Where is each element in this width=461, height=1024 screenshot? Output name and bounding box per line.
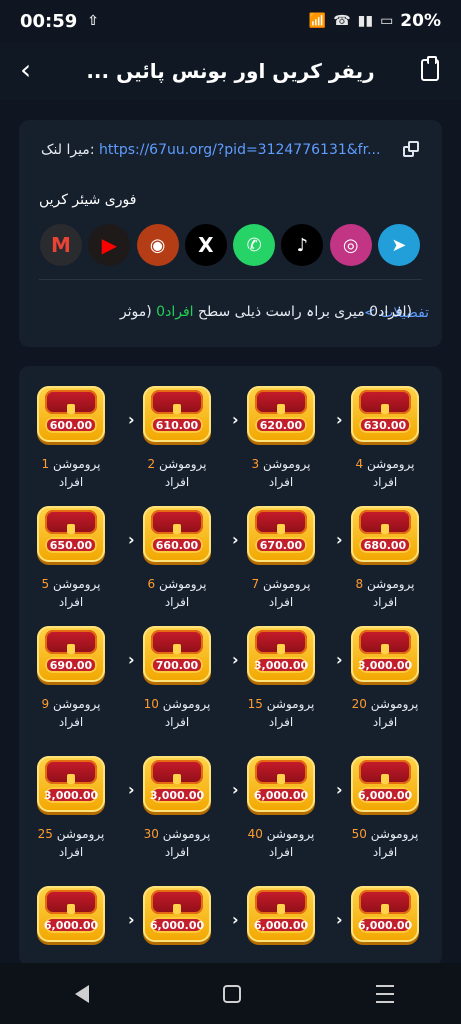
condition-suffix: (موثر <box>119 304 157 320</box>
condition-mid: 0 میری براہ راست ذیلی سطح <box>193 304 379 320</box>
referral-link-value[interactable]: https://67uu.org/?pid=3124776131&fr... <box>99 142 380 158</box>
referral-link-row: میرا لنک: https://67uu.org/?pid=31247761… <box>41 141 421 159</box>
reward-grid: 600.00 پروموشن 1 افراد › 610.00 پروموشن … <box>29 386 432 966</box>
status-bar: 00:59 ⇧ 📶 ☎ ▮▮ ▭ 20% <box>0 0 461 42</box>
tiktok-icon[interactable]: ♪ <box>281 224 324 266</box>
arrow-right-icon: › <box>128 410 135 429</box>
referral-condition: (افراد0 میری براہ راست ذیلی سطح افراد0 (… <box>112 304 412 320</box>
arrow-right-icon: › <box>336 650 343 669</box>
reward-label: پروموشن 10 افراد <box>143 697 211 729</box>
treasure-chest-icon[interactable]: 600.00 <box>37 386 105 442</box>
gmail-icon[interactable]: M <box>40 224 82 266</box>
treasure-chest-icon[interactable]: 3,000.00 <box>247 626 315 682</box>
rewards-card: 600.00 پروموشن 1 افراد › 610.00 پروموشن … <box>19 366 442 966</box>
arrow-right-icon: › <box>336 410 343 429</box>
reward-label: پروموشن 40 افراد <box>247 827 315 859</box>
reward-row: 690.00 پروموشن 9 افراد › 700.00 پروموشن … <box>29 626 432 756</box>
arrow-right-icon: › <box>336 780 343 799</box>
clipboard-icon[interactable] <box>421 56 439 81</box>
treasure-chest-icon[interactable]: 6,000.00 <box>143 886 211 942</box>
wifi-icon: 📶 <box>308 13 327 29</box>
condition-prefix: (افراد <box>378 304 412 320</box>
nav-menu-icon[interactable] <box>375 984 394 1003</box>
reward-label: پروموشن 5 افراد <box>41 577 101 609</box>
treasure-chest-icon[interactable]: 6,000.00 <box>37 886 105 942</box>
reward-label: پروموشن 8 افراد <box>355 577 415 609</box>
nav-back-icon[interactable] <box>75 984 90 1003</box>
arrow-right-icon: › <box>232 780 239 799</box>
reward-label: پروموشن 30 افراد <box>143 827 211 859</box>
treasure-chest-icon[interactable]: 670.00 <box>247 506 315 562</box>
reward-label: پروموشن 2 افراد <box>147 457 207 489</box>
referral-link: میرا لنک: https://67uu.org/?pid=31247761… <box>41 142 380 158</box>
youtube-icon[interactable]: ▶ <box>88 224 131 266</box>
treasure-chest-icon[interactable]: 6,000.00 <box>247 756 315 812</box>
copy-icon[interactable] <box>403 141 421 159</box>
signal-icon: ▮▮ <box>357 13 374 29</box>
arrow-right-icon: › <box>232 530 239 549</box>
treasure-chest-icon[interactable]: 630.00 <box>351 386 419 442</box>
treasure-chest-icon[interactable]: 680.00 <box>351 506 419 562</box>
treasure-chest-icon[interactable]: 610.00 <box>143 386 211 442</box>
page-title: ریفر کریں اور بونس پائیں ... <box>86 59 375 83</box>
upload-icon: ⇧ <box>87 13 100 29</box>
arrow-right-icon: › <box>128 910 135 929</box>
reward-label: پروموشن 50 افراد <box>351 827 419 859</box>
reward-label: پروموشن 15 افراد <box>247 697 315 729</box>
status-time: 00:59 <box>20 10 78 32</box>
treasure-chest-icon[interactable]: 6,000.00 <box>247 886 315 942</box>
reward-label: پروموشن 25 افراد <box>37 827 105 859</box>
arrow-right-icon: › <box>128 650 135 669</box>
whatsapp-icon[interactable]: ✆ <box>233 224 276 266</box>
arrow-right-icon: › <box>336 530 343 549</box>
reward-row: 6,000.00 › 6,000.00 › 6,000.00 › 6,000.0… <box>29 886 432 966</box>
nav-home-icon[interactable] <box>223 984 242 1003</box>
back-button[interactable]: ‹ <box>20 56 31 84</box>
arrow-right-icon: › <box>232 410 239 429</box>
reward-row: 3,000.00 پروموشن 25 افراد › 3,000.00 پرو… <box>29 756 432 886</box>
reward-label: پروموشن 20 افراد <box>351 697 419 729</box>
call-icon: ☎ <box>333 13 351 29</box>
treasure-chest-icon[interactable]: 6,000.00 <box>351 756 419 812</box>
reward-label: پروموشن 4 افراد <box>355 457 415 489</box>
treasure-chest-icon[interactable]: 3,000.00 <box>143 756 211 812</box>
arrow-right-icon: › <box>232 650 239 669</box>
reward-row: 600.00 پروموشن 1 افراد › 610.00 پروموشن … <box>29 386 432 506</box>
battery-level: 20% <box>400 11 441 31</box>
reward-label: پروموشن 6 افراد <box>147 577 207 609</box>
treasure-chest-icon[interactable]: 3,000.00 <box>351 626 419 682</box>
reward-label: پروموشن 9 افراد <box>41 697 101 729</box>
kuaishou-icon[interactable]: ◉ <box>136 224 179 266</box>
social-share-list: M ▶ ◉ X ✆ ♪ ◎ ➤ <box>40 224 420 266</box>
treasure-chest-icon[interactable]: 3,000.00 <box>37 756 105 812</box>
x-icon[interactable]: X <box>184 224 227 266</box>
reward-label: پروموشن 1 افراد <box>41 457 101 489</box>
navigation-bar <box>0 963 461 1024</box>
referral-card: میرا لنک: https://67uu.org/?pid=31247761… <box>19 120 442 347</box>
arrow-right-icon: › <box>232 910 239 929</box>
arrow-right-icon: › <box>128 530 135 549</box>
telegram-icon[interactable]: ➤ <box>377 224 420 266</box>
arrow-right-icon: › <box>128 780 135 799</box>
arrow-right-icon: › <box>336 910 343 929</box>
treasure-chest-icon[interactable]: 660.00 <box>143 506 211 562</box>
battery-icon: ▭ <box>380 13 394 29</box>
condition-green: افراد0 <box>156 304 194 320</box>
treasure-chest-icon[interactable]: 650.00 <box>37 506 105 562</box>
referral-link-label: میرا لنک: <box>41 142 95 158</box>
treasure-chest-icon[interactable]: 6,000.00 <box>351 886 419 942</box>
treasure-chest-icon[interactable]: 620.00 <box>247 386 315 442</box>
reward-label: پروموشن 3 افراد <box>251 457 311 489</box>
treasure-chest-icon[interactable]: 700.00 <box>143 626 211 682</box>
reward-label: پروموشن 7 افراد <box>251 577 311 609</box>
instagram-icon[interactable]: ◎ <box>329 224 372 266</box>
treasure-chest-icon[interactable]: 690.00 <box>37 626 105 682</box>
share-label: فوری شیئر کریں <box>39 192 137 208</box>
divider <box>39 279 422 280</box>
header: ‹ ریفر کریں اور بونس پائیں ... <box>0 42 461 100</box>
reward-row: 650.00 پروموشن 5 افراد › 660.00 پروموشن … <box>29 506 432 626</box>
